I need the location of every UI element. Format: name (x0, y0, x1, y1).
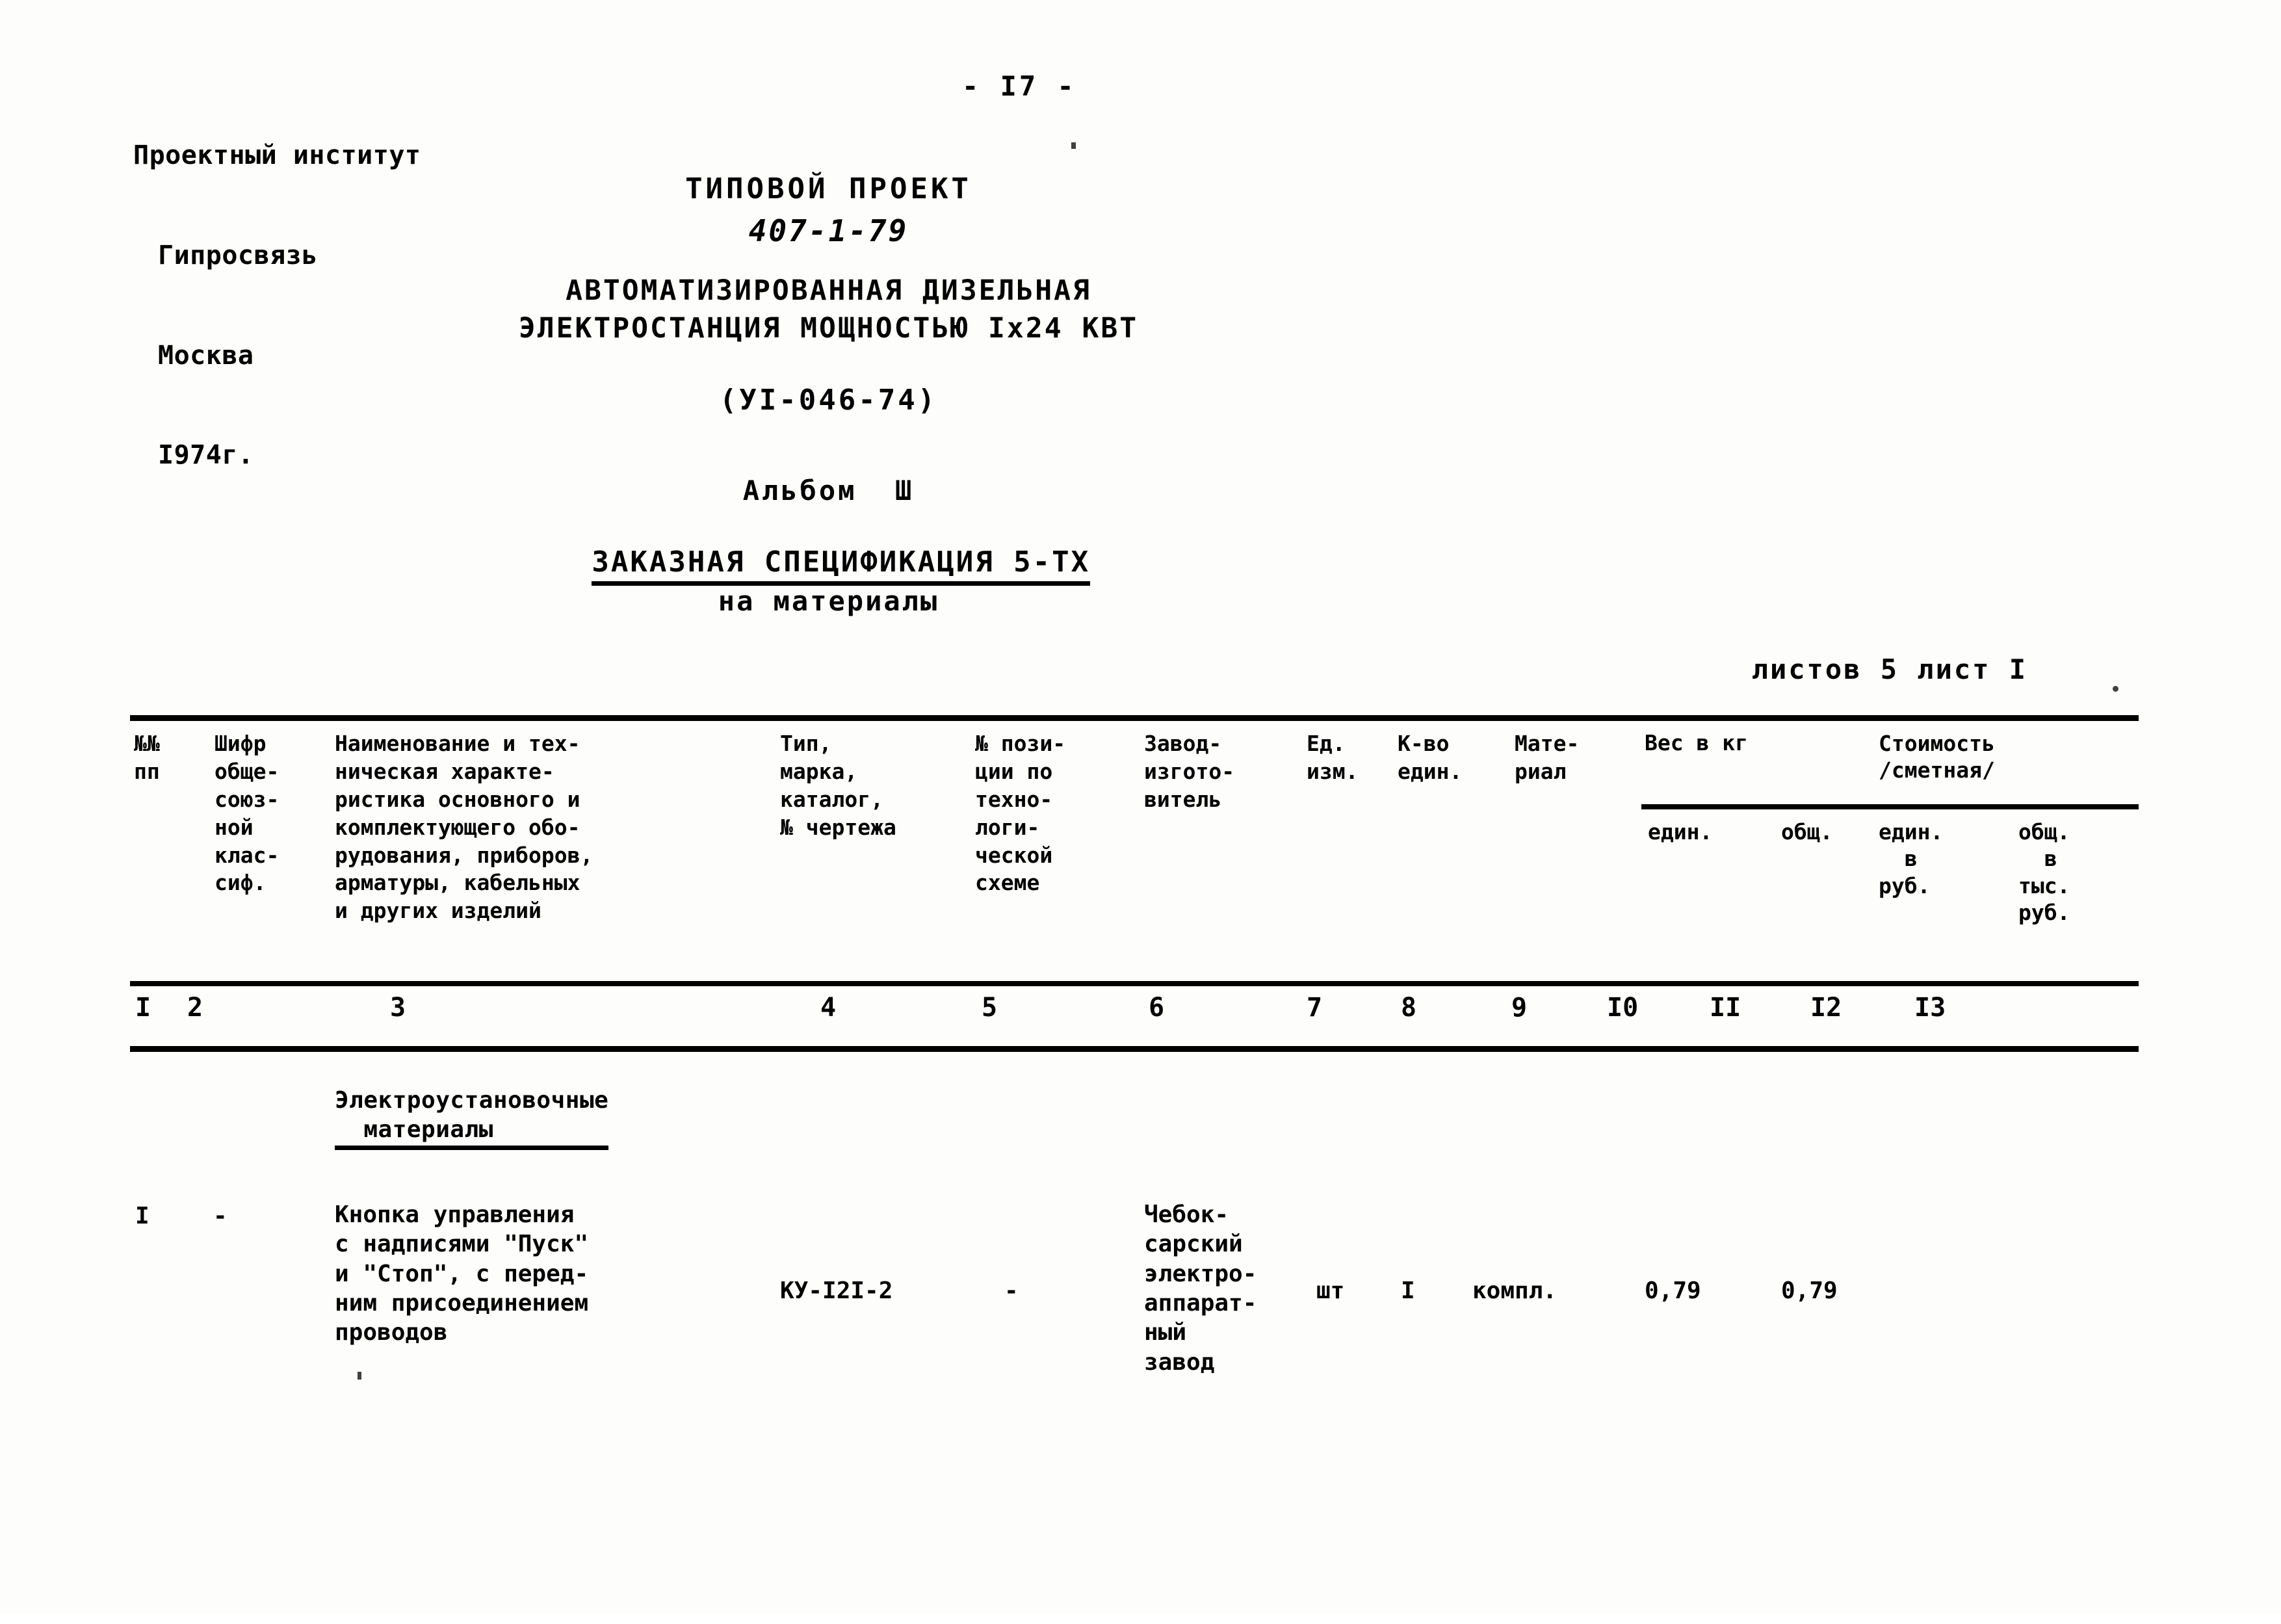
section-heading-wrap: Электроустановочные материалы (335, 1086, 609, 1150)
cell-manufacturer: Чебок- сарский электро- аппарат- ный зав… (1144, 1201, 1257, 1376)
column-number-4: 4 (820, 993, 837, 1023)
subtitle-line-2: ЭЛЕКТРОСТАНЦИЯ МОЩНОСТЬЮ Iх24 КВТ (518, 312, 1139, 345)
section-heading: Электроустановочные материалы (335, 1086, 609, 1150)
specification-subtitle: на материалы (718, 585, 939, 617)
header-col-number: №№ пп (134, 731, 160, 784)
scan-speck (2113, 686, 2118, 692)
title-main: ТИПОВОЙ ПРОЕКТ (685, 172, 972, 205)
cell-position-number: - (1004, 1277, 1019, 1304)
table-row: I (135, 1203, 150, 1229)
header-group-cost: Стоимость /сметная/ (1879, 731, 1995, 783)
subtitle-line-1: АВТОМАТИЗИРОВАННАЯ ДИЗЕЛЬНАЯ (566, 274, 1091, 307)
header-col-unit: Ед. изм. (1307, 731, 1359, 784)
table-numbers-rule (130, 1046, 2139, 1052)
header-col-manufacturer: Завод- изгото- витель (1144, 731, 1235, 812)
column-number-9: 9 (1511, 993, 1528, 1023)
sheets-info: листов 5 лист I (1751, 653, 2027, 685)
document-code: (УI-046-74) (719, 384, 938, 417)
cell-unit: шт (1316, 1277, 1345, 1304)
cell-material: компл. (1472, 1277, 1558, 1304)
header-group-rule (1641, 804, 2139, 809)
header-col-quantity: К-во един. (1398, 731, 1463, 784)
table-header-row: №№ пп Шифр обще- союз- ной клас- сиф. На… (130, 721, 2139, 981)
cell-weight-total: 0,79 (1781, 1277, 1838, 1304)
column-number-8: 8 (1401, 993, 1417, 1023)
column-number-11: II (1710, 993, 1741, 1023)
organization-year: I974г. (158, 440, 254, 471)
project-code: 407-1-79 (748, 213, 909, 248)
column-number-5: 5 (982, 993, 998, 1023)
column-number-7: 7 (1307, 993, 1323, 1023)
table-body: Электроустановочные материалы I - Кнопка… (130, 1052, 2139, 1624)
header-sub-weight-total: общ. (1781, 819, 1833, 845)
album-label: Альбом Ш (742, 475, 915, 506)
scan-speck (1071, 142, 1076, 149)
column-number-row: I 2 3 4 5 6 7 8 9 I0 II I2 I3 (130, 986, 2139, 1046)
header-col-type: Тип, марка, каталог, № чертежа (780, 731, 896, 840)
column-number-13: I3 (1914, 993, 1946, 1023)
header-col-classifier: Шифр обще- союз- ной клас- сиф. (215, 731, 280, 896)
specification-table: №№ пп Шифр обще- союз- ной клас- сиф. На… (130, 715, 2139, 1624)
header-col-position: № пози- ции по техно- логи- ческой схеме (975, 731, 1066, 896)
page-number: - I7 - (962, 70, 1076, 102)
cell-weight-unit: 0,79 (1645, 1277, 1701, 1304)
column-number-1: I (135, 993, 151, 1023)
header-group-weight: Вес в кг (1645, 730, 1748, 755)
cell-type-mark: КУ-I2I-2 (780, 1277, 893, 1304)
cell-item-name: Кнопка управления с надписями "Пуск" и "… (335, 1201, 589, 1346)
column-number-6: 6 (1149, 993, 1165, 1023)
cell-quantity: I (1401, 1277, 1415, 1304)
scan-speck (358, 1372, 361, 1380)
column-number-10: I0 (1607, 993, 1639, 1023)
specification-title: ЗАКАЗНАЯ СПЕЦИФИКАЦИЯ 5-ТХ (592, 545, 1091, 586)
table-header-rule (130, 981, 2139, 986)
header-sub-weight-unit: един. (1648, 819, 1713, 845)
header-col-name: Наименование и тех- ническая характе- ри… (335, 731, 593, 924)
organization-name: Проектный институт (133, 140, 421, 171)
header-sub-cost-unit: един. в руб. (1879, 819, 1944, 898)
header-sub-cost-total: общ. в тыс. руб. (2018, 819, 2070, 925)
column-number-2: 2 (187, 993, 203, 1023)
header-col-material: Мате- риал (1515, 731, 1580, 784)
cell-classifier-code: - (213, 1203, 228, 1229)
document-page: Проектный институт Гипросвязь Москва I97… (0, 0, 2281, 1614)
column-number-12: I2 (1810, 993, 1842, 1023)
table-top-rule (130, 715, 2139, 721)
column-number-3: 3 (390, 993, 406, 1023)
